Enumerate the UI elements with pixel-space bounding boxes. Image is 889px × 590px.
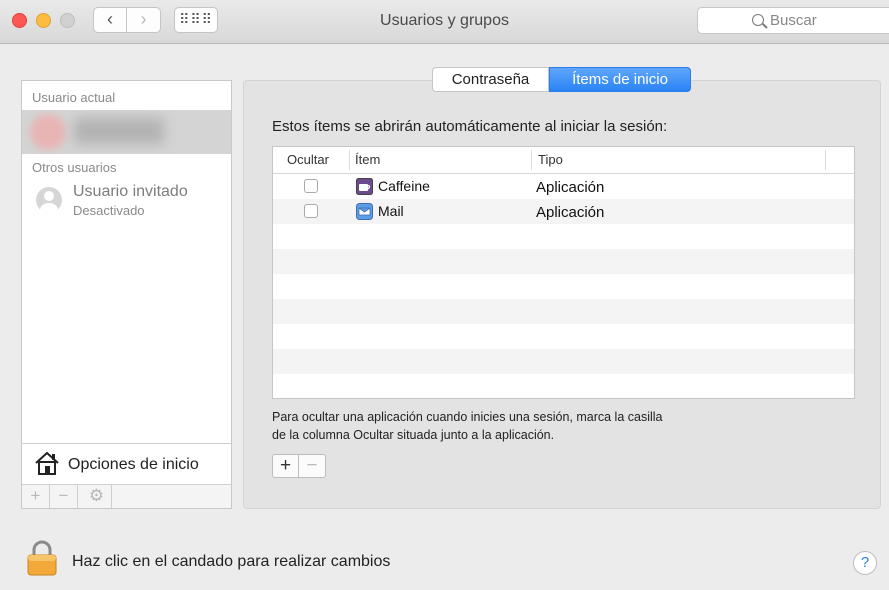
search-placeholder: Buscar bbox=[770, 12, 817, 29]
other-users-header: Otros usuarios bbox=[32, 160, 117, 175]
guest-user-name[interactable]: Usuario invitado bbox=[73, 183, 188, 201]
hide-instructions: Para ocultar una aplicación cuando inici… bbox=[272, 410, 663, 442]
empty-row bbox=[273, 374, 854, 398]
item-type: Aplicación bbox=[536, 179, 605, 196]
table-header: Ocultar Ítem Tipo bbox=[273, 147, 854, 174]
remove-login-item-button[interactable]: − bbox=[299, 454, 326, 478]
column-header-item[interactable]: Ítem bbox=[355, 152, 380, 167]
table-row[interactable]: Caffeine Aplicación bbox=[273, 174, 854, 199]
item-name: Caffeine bbox=[378, 178, 430, 194]
empty-row bbox=[273, 224, 854, 249]
item-type: Aplicación bbox=[536, 204, 605, 221]
house-icon bbox=[35, 451, 59, 475]
users-sidebar: Usuario actual Otros usuarios Usuario in… bbox=[21, 80, 232, 509]
current-user-name-blurred bbox=[74, 118, 164, 144]
tab-login-items[interactable]: Ítems de inicio bbox=[549, 67, 691, 92]
search-field[interactable]: Buscar bbox=[697, 7, 889, 34]
remove-user-button[interactable]: − bbox=[50, 485, 78, 508]
column-header-type[interactable]: Tipo bbox=[538, 152, 563, 167]
item-name: Mail bbox=[378, 203, 404, 219]
hide-checkbox[interactable] bbox=[304, 179, 318, 193]
empty-row bbox=[273, 299, 854, 324]
title-bar: ‹ › ⠿⠿⠿ Usuarios y grupos Buscar bbox=[0, 0, 889, 44]
login-options-item[interactable]: Opciones de inicio bbox=[22, 445, 231, 482]
guest-user-status: Desactivado bbox=[73, 203, 145, 218]
current-user-row[interactable] bbox=[22, 110, 231, 154]
guest-user-avatar-icon bbox=[36, 187, 62, 213]
gear-icon[interactable]: ⚙ bbox=[82, 485, 112, 508]
table-row[interactable]: Mail Aplicación bbox=[273, 199, 854, 224]
tab-password[interactable]: Contraseña bbox=[432, 67, 549, 92]
add-user-button[interactable]: + bbox=[22, 485, 50, 508]
column-header-hide[interactable]: Ocultar bbox=[287, 152, 329, 167]
login-options-label: Opciones de inicio bbox=[68, 456, 199, 473]
hide-checkbox[interactable] bbox=[304, 204, 318, 218]
lock-instructions: Haz clic en el candado para realizar cam… bbox=[72, 553, 391, 570]
search-icon bbox=[752, 14, 764, 26]
sidebar-button-bar: + − ⚙ bbox=[22, 485, 231, 508]
empty-row bbox=[273, 349, 854, 374]
caffeine-app-icon bbox=[356, 178, 373, 195]
current-user-header: Usuario actual bbox=[32, 90, 116, 105]
lock-icon[interactable] bbox=[27, 540, 57, 576]
current-user-avatar bbox=[30, 114, 66, 150]
empty-row bbox=[273, 249, 854, 274]
login-items-table: Ocultar Ítem Tipo Caffeine Aplicación Ma… bbox=[272, 146, 855, 399]
empty-row bbox=[273, 274, 854, 299]
mail-app-icon bbox=[356, 203, 373, 220]
help-button[interactable]: ? bbox=[853, 551, 877, 575]
empty-row bbox=[273, 324, 854, 349]
add-login-item-button[interactable]: + bbox=[272, 454, 299, 478]
login-items-intro: Estos ítems se abrirán automáticamente a… bbox=[272, 118, 668, 135]
sidebar-divider bbox=[22, 443, 231, 444]
